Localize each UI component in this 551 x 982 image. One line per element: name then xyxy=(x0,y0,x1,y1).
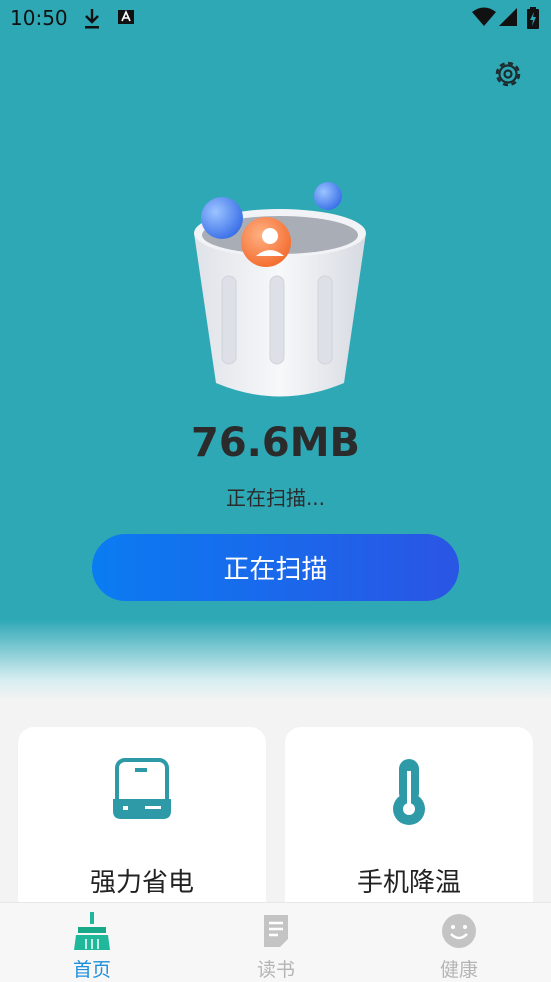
gear-icon[interactable] xyxy=(490,56,526,92)
broom-icon xyxy=(74,912,110,950)
download-icon xyxy=(85,9,99,29)
tab-health-label: 健康 xyxy=(439,959,478,981)
trash-bin-illustration xyxy=(194,182,366,397)
tab-reading-label: 读书 xyxy=(256,959,295,981)
signal-icon xyxy=(499,8,517,26)
battery-charging-icon xyxy=(527,7,539,29)
status-time: 10:50 xyxy=(10,6,68,30)
battery-icon xyxy=(113,758,171,819)
feature-card-cooling[interactable]: 手机降温 xyxy=(285,727,533,927)
scan-status-text: 正在扫描... xyxy=(225,486,326,510)
tab-home-label: 首页 xyxy=(72,959,111,981)
scan-button[interactable]: 正在扫描 xyxy=(92,534,459,601)
smiley-icon xyxy=(442,914,476,948)
tab-home[interactable]: 首页 xyxy=(0,903,184,982)
bottom-tab-bar: 首页 读书 健康 xyxy=(0,902,551,982)
tab-health[interactable]: 健康 xyxy=(367,903,551,982)
junk-size: 76.6MB xyxy=(191,420,360,466)
wifi-icon xyxy=(472,7,496,26)
status-bar: 10:50 xyxy=(0,0,551,38)
feature-card-power-saving[interactable]: 强力省电 xyxy=(18,727,266,927)
document-icon xyxy=(264,915,288,947)
tab-reading[interactable]: 读书 xyxy=(184,903,368,982)
feature-label-power-saving: 强力省电 xyxy=(89,868,194,898)
thermometer-icon xyxy=(393,759,425,825)
keyboard-icon xyxy=(118,10,134,24)
feature-label-cooling: 手机降温 xyxy=(356,868,461,898)
